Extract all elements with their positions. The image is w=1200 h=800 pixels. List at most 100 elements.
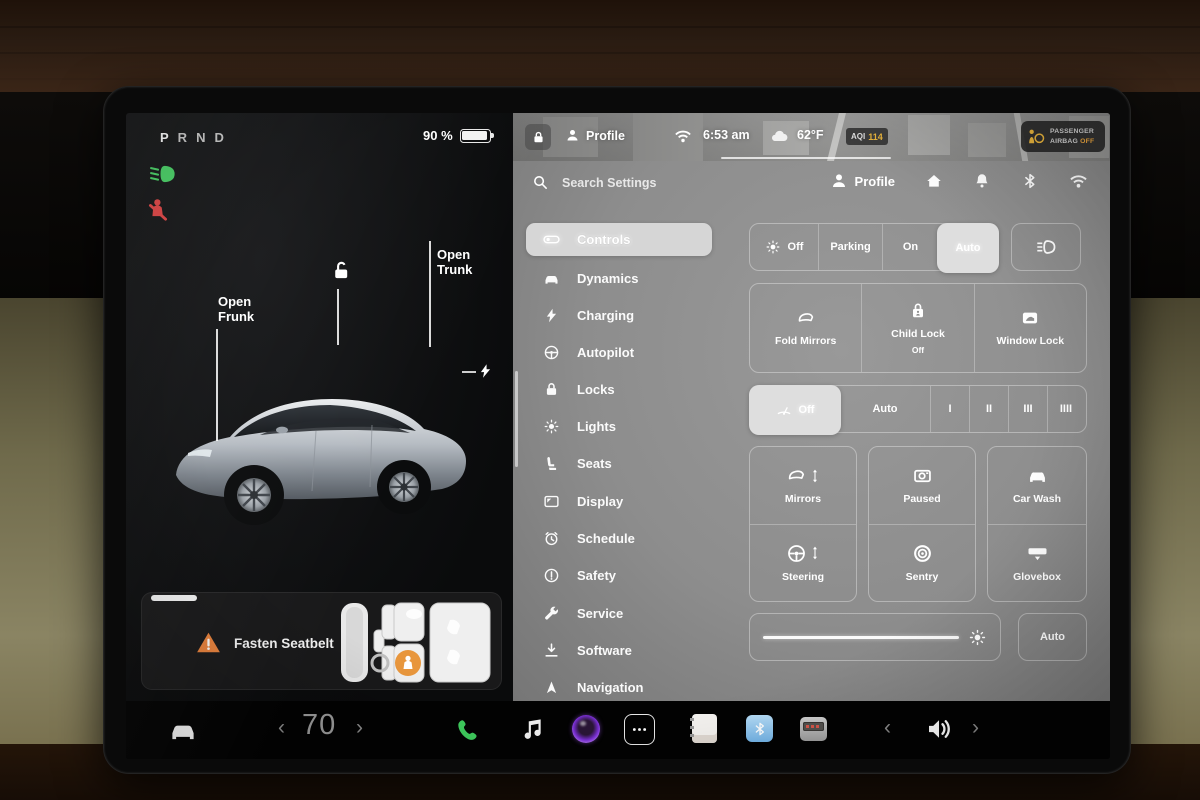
status-cluster-pane: P R N D 90 % <box>126 113 513 701</box>
unlock-callout-line <box>337 289 339 345</box>
glovebox-button[interactable]: Glovebox <box>988 524 1086 602</box>
sidebar-item-dynamics[interactable]: Dynamics <box>526 262 712 295</box>
map-preview-strip[interactable]: Profile 6:53 am 62°F AQI 114 PASSENGER A… <box>513 113 1110 161</box>
child-lock-button[interactable]: Child Lock Off <box>861 284 973 372</box>
headlights-auto-option[interactable]: Auto <box>937 223 999 273</box>
headlights-parking-option[interactable]: Parking <box>818 224 882 270</box>
auto-highbeam-button[interactable] <box>1011 223 1081 271</box>
window-lock-button[interactable]: Window Lock <box>974 284 1086 372</box>
wipers-speed3-option[interactable]: III <box>1008 386 1047 432</box>
trunk-callout-line <box>429 241 431 347</box>
open-trunk-button[interactable]: Open Trunk <box>437 247 472 278</box>
headlights-off-option[interactable]: Off <box>750 224 818 270</box>
camera-app-icon <box>572 715 600 743</box>
car-controls-button[interactable] <box>164 713 202 747</box>
sidebar-item-charging[interactable]: Charging <box>526 299 712 332</box>
sidebar-item-safety[interactable]: Safety <box>526 559 712 592</box>
wipers-auto-option[interactable]: Auto <box>840 386 930 432</box>
fasten-seatbelt-alert[interactable]: Fasten Seatbelt <box>141 592 502 690</box>
sidebar-item-autopilot[interactable]: Autopilot <box>526 336 712 369</box>
sentry-mode-button[interactable]: Sentry <box>869 524 975 602</box>
chevron-left-icon: ‹ <box>278 716 285 740</box>
wipers-speed2-option[interactable]: II <box>969 386 1008 432</box>
gear-r: R <box>178 130 187 145</box>
car-icon <box>543 270 560 287</box>
open-frunk-button[interactable]: Open Frunk <box>218 294 254 325</box>
sidebar-item-service[interactable]: Service <box>526 597 712 630</box>
sidebar-item-schedule[interactable]: Schedule <box>526 522 712 555</box>
driver-profile-button[interactable]: Profile <box>565 128 625 143</box>
app-icon-notebook[interactable] <box>692 714 717 743</box>
volume-button[interactable] <box>921 713 957 745</box>
outside-temperature[interactable]: 62°F <box>797 128 824 142</box>
wifi-icon[interactable] <box>1069 173 1088 189</box>
brightness-slider-track[interactable] <box>763 636 959 639</box>
profile-menu-label: Profile <box>855 174 895 189</box>
phone-app-button[interactable] <box>451 714 483 746</box>
keyboard-app-icon <box>800 717 827 741</box>
battery-icon <box>460 129 491 143</box>
headlights-on-option[interactable]: On <box>882 224 938 270</box>
charge-port-icon[interactable] <box>477 361 494 381</box>
phone-icon <box>453 716 482 745</box>
aqi-value: 114 <box>868 132 883 142</box>
button-label: Fold Mirrors <box>775 335 836 348</box>
app-icon-blue[interactable] <box>746 715 773 742</box>
notifications-bell-icon[interactable] <box>973 172 991 190</box>
brightness-slider[interactable] <box>749 613 1001 661</box>
wipers-speed4-option[interactable]: IIII <box>1047 386 1084 432</box>
car-wash-button[interactable]: Car Wash <box>988 447 1086 524</box>
mirrors-adjust-button[interactable]: Mirrors <box>750 447 856 524</box>
music-note-icon <box>519 716 545 744</box>
open-frunk-line1: Open <box>218 294 254 309</box>
dashcam-paused-button[interactable]: Paused <box>869 447 975 524</box>
sidebar-item-software[interactable]: Software <box>526 634 712 667</box>
open-trunk-line1: Open <box>437 247 472 262</box>
app-icon-keyboard[interactable] <box>800 717 827 741</box>
app-launcher-button[interactable] <box>624 714 655 745</box>
brightness-sun-icon <box>968 628 987 647</box>
volume-down-chevron[interactable]: ‹ <box>884 716 891 740</box>
wipers-off-option[interactable]: Off <box>749 385 841 435</box>
wifi-status-icon[interactable] <box>674 128 692 144</box>
sidebar-item-locks[interactable]: Locks <box>526 373 712 406</box>
open-trunk-line2: Trunk <box>437 262 472 277</box>
airbag-line2: AIRBAG <box>1050 138 1080 145</box>
temp-down-chevron[interactable]: ‹ <box>278 716 285 740</box>
home-icon[interactable] <box>925 172 943 190</box>
sidebar-item-navigation[interactable]: Navigation <box>526 671 712 704</box>
sidebar-label: Software <box>577 643 632 658</box>
sidebar-item-seats[interactable]: Seats <box>526 447 712 480</box>
sidebar-label: Schedule <box>577 531 635 546</box>
steering-adjust-button[interactable]: Steering <box>750 524 856 602</box>
cabin-temperature[interactable]: 70 <box>302 709 336 742</box>
option-label: Auto <box>955 242 980 254</box>
search-icon <box>532 174 549 191</box>
temp-up-chevron[interactable]: › <box>356 716 363 740</box>
frunk-callout-line <box>216 329 218 441</box>
aqi-badge[interactable]: AQI 114 <box>846 128 888 145</box>
airbag-icon <box>1026 127 1046 147</box>
alert-timer-bar <box>151 595 197 601</box>
search-settings-input[interactable]: Search Settings <box>532 174 656 191</box>
option-label: Off <box>799 404 815 416</box>
music-app-button[interactable] <box>518 715 546 745</box>
camera-app-button[interactable] <box>572 715 600 743</box>
sidebar-scrollbar[interactable] <box>515 371 518 467</box>
seatbelt-telltale-icon <box>145 197 172 224</box>
volume-up-chevron[interactable]: › <box>972 716 979 740</box>
unlock-icon[interactable] <box>329 259 352 282</box>
clock: 6:53 am <box>703 128 750 142</box>
option-label: Parking <box>830 241 870 253</box>
wipers-speed1-option[interactable]: I <box>930 386 969 432</box>
bluetooth-icon[interactable] <box>1021 172 1039 190</box>
brightness-auto-button[interactable]: Auto <box>1018 613 1087 661</box>
sidebar-item-controls[interactable]: Controls <box>526 223 712 256</box>
profile-menu-button[interactable]: Profile <box>830 172 895 190</box>
fold-mirrors-button[interactable]: Fold Mirrors <box>750 284 861 372</box>
sidebar-item-display[interactable]: Display <box>526 485 712 518</box>
map-drag-handle[interactable] <box>721 157 891 160</box>
sidebar-item-lights[interactable]: Lights <box>526 410 712 443</box>
sidebar-label: Seats <box>577 456 612 471</box>
lock-status-button[interactable] <box>525 124 551 150</box>
